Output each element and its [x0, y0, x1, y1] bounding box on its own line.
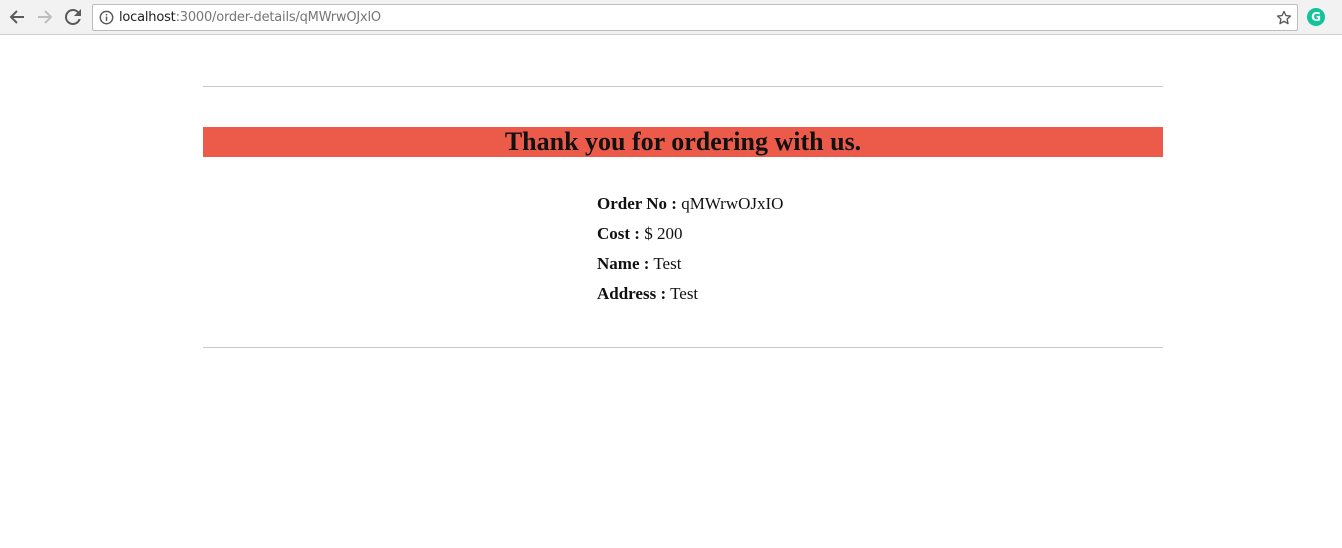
- top-divider: [203, 86, 1163, 87]
- back-button[interactable]: [6, 6, 28, 28]
- order-details: Order No : qMWrwOJxIO Cost : $ 200 Name …: [597, 189, 783, 309]
- order-details-page: Thank you for ordering with us. Order No…: [0, 36, 1342, 548]
- reload-button[interactable]: [62, 6, 84, 28]
- thank-you-banner: Thank you for ordering with us.: [203, 127, 1163, 157]
- address-label: Address :: [597, 284, 667, 303]
- url-path: :3000/order-details/qMWrwOJxlO: [175, 10, 382, 25]
- cost-value: $ 200: [644, 224, 683, 243]
- url-text[interactable]: localhost:3000/order-details/qMWrwOJxlO: [119, 10, 381, 25]
- cost-label: Cost :: [597, 224, 640, 243]
- arrow-left-icon: [9, 10, 24, 24]
- name-value: Test: [653, 254, 682, 273]
- address-value: Test: [670, 284, 699, 303]
- url-host: localhost: [119, 10, 176, 25]
- order-number-row: Order No : qMWrwOJxIO: [597, 189, 783, 219]
- info-icon[interactable]: [99, 10, 114, 25]
- bookmark-star-icon[interactable]: [1275, 9, 1293, 27]
- page-title: Thank you for ordering with us.: [504, 127, 862, 156]
- name-label: Name :: [597, 254, 650, 273]
- forward-button[interactable]: [34, 6, 56, 28]
- order-number-label: Order No :: [597, 194, 677, 213]
- browser-toolbar: localhost:3000/order-details/qMWrwOJxlO …: [0, 0, 1342, 35]
- arrow-right-icon: [38, 10, 53, 24]
- bottom-divider: [203, 347, 1163, 348]
- address-row: Address : Test: [597, 279, 783, 309]
- reload-icon: [65, 9, 81, 25]
- order-number-value: qMWrwOJxIO: [681, 194, 784, 213]
- grammarly-extension-icon[interactable]: G: [1307, 8, 1325, 26]
- name-row: Name : Test: [597, 249, 783, 279]
- cost-row: Cost : $ 200: [597, 219, 783, 249]
- address-bar[interactable]: localhost:3000/order-details/qMWrwOJxlO: [92, 4, 1298, 31]
